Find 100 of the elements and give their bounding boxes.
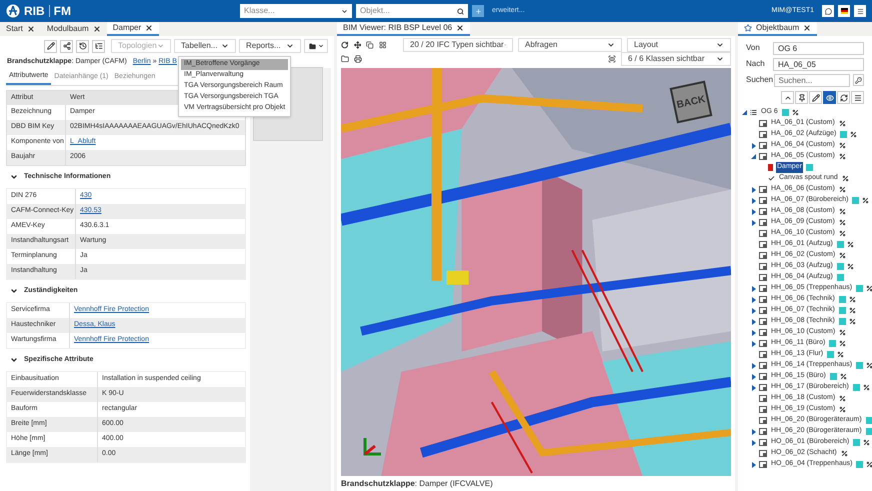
room-icon — [759, 208, 767, 215]
tab[interactable]: BIM Viewer: RIB BSP Level 06 — [337, 22, 470, 36]
input-field[interactable]: OG 6 — [773, 42, 864, 54]
dropdown-select[interactable]: Reports... — [239, 39, 301, 53]
collapsed-triangle-icon[interactable] — [752, 198, 756, 204]
collapsed-triangle-icon[interactable] — [752, 208, 756, 214]
folder-icon[interactable] — [341, 55, 349, 63]
room-icon — [759, 450, 767, 457]
rotate-icon[interactable] — [341, 41, 348, 49]
collapsed-triangle-icon[interactable] — [752, 318, 756, 324]
menu-icon — [854, 94, 862, 102]
room-icon — [759, 417, 767, 424]
menu-button[interactable] — [854, 5, 866, 17]
field-label: Von — [746, 42, 761, 54]
close-icon[interactable] — [456, 24, 464, 32]
search-field[interactable]: Suchen... — [774, 74, 850, 86]
tab[interactable]: Start — [0, 22, 41, 36]
room-icon — [759, 219, 767, 226]
class-select[interactable]: Klasse... — [240, 4, 352, 18]
selection-caption: Brandschutzklappe: Damper (IFCVALVE) — [341, 478, 493, 490]
room-icon — [759, 318, 767, 325]
caret-icon — [318, 43, 324, 49]
search-icon[interactable] — [457, 8, 464, 14]
share-button[interactable] — [60, 40, 73, 52]
collapsed-triangle-icon[interactable] — [752, 142, 756, 148]
collapsed-triangle-icon[interactable] — [752, 186, 756, 192]
room-icon — [759, 373, 767, 380]
close-icon[interactable] — [26, 25, 35, 33]
history-button[interactable] — [76, 40, 89, 52]
pencil-icon — [46, 42, 54, 50]
dropdown-select[interactable]: Abfragen — [518, 38, 622, 52]
room-icon — [759, 428, 767, 435]
room-icon — [759, 285, 767, 292]
room-icon — [759, 307, 767, 314]
room-icon — [759, 131, 767, 138]
room-icon — [759, 340, 767, 347]
tab[interactable]: Modulbaum — [40, 22, 107, 36]
room-icon — [759, 120, 767, 127]
tab[interactable]: Objektbaum — [738, 22, 818, 36]
language-button[interactable] — [838, 5, 850, 17]
room-icon — [759, 395, 767, 402]
caret-icon — [286, 42, 294, 50]
collapsed-triangle-icon[interactable] — [752, 462, 756, 468]
edit-button[interactable] — [44, 40, 57, 52]
dropdown-select[interactable]: 20 / 20 IFC Typen sichtbar — [403, 38, 513, 52]
pencil-icon — [812, 94, 820, 102]
tab[interactable]: Damper — [106, 22, 160, 36]
close-icon[interactable] — [803, 24, 812, 32]
collapsed-triangle-icon[interactable] — [752, 286, 756, 292]
caret-icon — [156, 42, 164, 50]
menu-icon — [856, 8, 864, 14]
collapsed-triangle-icon[interactable] — [752, 308, 756, 314]
room-icon — [759, 439, 767, 446]
chevron-down-icon — [10, 287, 18, 295]
collapsed-triangle-icon[interactable] — [752, 440, 756, 446]
collapsed-triangle-icon[interactable] — [752, 384, 756, 390]
collapsed-triangle-icon[interactable] — [752, 296, 756, 302]
pin-icon — [798, 94, 806, 102]
tree-button[interactable] — [92, 40, 105, 52]
room-icon — [759, 230, 767, 237]
chevron-down-icon — [10, 173, 18, 181]
field-label: Nach — [746, 58, 766, 70]
chevron-up-icon — [784, 94, 792, 102]
collapsed-triangle-icon[interactable] — [752, 428, 756, 434]
close-icon[interactable] — [92, 25, 101, 33]
collapsed-triangle-icon[interactable] — [752, 220, 756, 226]
copy-icon[interactable] — [366, 41, 374, 49]
eye-icon — [826, 94, 834, 102]
tree-tool-button[interactable] — [823, 91, 836, 104]
close-icon[interactable] — [145, 24, 154, 32]
dropdown-select[interactable]: Tabellen... — [174, 39, 236, 53]
key-button[interactable] — [852, 74, 864, 86]
product-name: FM — [54, 3, 71, 20]
dropdown-select[interactable]: 6 / 6 Klassen sichtbar — [621, 52, 731, 66]
caret-icon — [221, 42, 229, 50]
expanded-triangle-icon[interactable] — [742, 110, 747, 115]
chevron-down-icon — [10, 356, 18, 364]
folder-button[interactable] — [304, 39, 328, 53]
star-icon — [744, 24, 752, 32]
component-icon — [768, 164, 773, 171]
chat-button[interactable] — [822, 5, 834, 17]
collapsed-triangle-icon[interactable] — [752, 340, 756, 346]
field-label: Suchen — [746, 74, 774, 86]
refresh-icon — [840, 94, 848, 102]
object-search-field[interactable]: Objekt... — [356, 4, 468, 18]
collapsed-triangle-icon[interactable] — [752, 362, 756, 368]
history-icon — [78, 42, 86, 50]
visibility-icon[interactable] — [608, 55, 616, 63]
collapsed-triangle-icon[interactable] — [752, 374, 756, 380]
grid-icon[interactable] — [378, 41, 386, 49]
input-field[interactable]: HA_06_05 — [773, 58, 864, 70]
dropdown-select[interactable]: Layout — [627, 38, 731, 52]
room-icon — [759, 252, 767, 259]
move-icon[interactable] — [354, 41, 361, 49]
print-icon[interactable] — [354, 55, 362, 63]
room-icon — [759, 384, 767, 391]
expanded-triangle-icon[interactable] — [751, 154, 756, 159]
collapsed-triangle-icon[interactable] — [752, 330, 756, 336]
folder-icon — [308, 42, 316, 50]
room-icon — [759, 461, 767, 468]
